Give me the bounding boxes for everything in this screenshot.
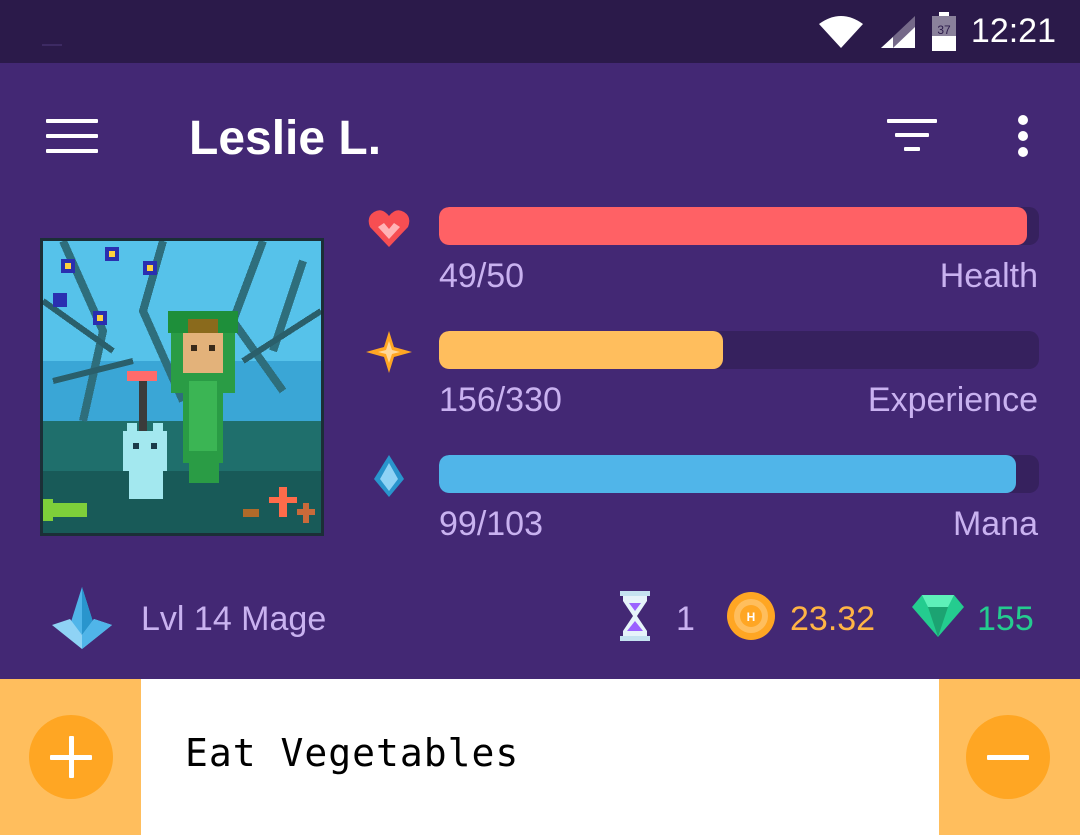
experience-value: 156/330 [439, 381, 562, 419]
hourglass-icon [620, 591, 650, 641]
experience-bar [439, 331, 1039, 369]
star-icon [366, 331, 412, 373]
health-value: 49/50 [439, 257, 525, 295]
gold-coin-icon: H [727, 592, 775, 640]
health-stat: 49/50 Health [366, 207, 1046, 317]
avatar[interactable] [40, 238, 324, 536]
gem-icon [912, 595, 964, 637]
health-bar-fill [439, 207, 1027, 245]
experience-bar-fill [439, 331, 723, 369]
experience-label: Experience [867, 381, 1038, 419]
avatar-image [43, 241, 321, 533]
habit-plus-button[interactable] [29, 715, 113, 799]
status-bar: 37 12:21 [0, 0, 1080, 63]
mana-label: Mana [952, 505, 1038, 543]
more-vert-icon [1012, 115, 1034, 157]
mana-value: 99/103 [439, 505, 543, 543]
experience-stat: 156/330 Experience [366, 331, 1046, 441]
hourglass-count: 1 [676, 600, 695, 638]
mana-bar [439, 455, 1039, 493]
habit-minus-button[interactable] [966, 715, 1050, 799]
menu-icon [46, 119, 100, 153]
page-title: Leslie L. [189, 112, 382, 165]
health-bar [439, 207, 1039, 245]
mana-stat: 99/103 Mana [366, 455, 1046, 565]
health-label: Health [939, 257, 1038, 295]
battery-level: 37 [937, 23, 951, 37]
mana-drop-icon [374, 455, 404, 497]
habit-title[interactable]: Eat Vegetables [185, 731, 519, 775]
filter-icon [886, 119, 938, 151]
menu-button[interactable] [46, 119, 100, 159]
mage-crystal-icon [52, 587, 112, 649]
gold-count: 23.32 [790, 600, 876, 638]
filter-button[interactable] [886, 119, 938, 159]
mana-bar-fill [439, 455, 1016, 493]
habit-plus-area [0, 679, 141, 835]
gem-count: 155 [977, 600, 1034, 638]
habit-item[interactable]: Eat Vegetables [0, 679, 1080, 835]
notification-indicator [42, 44, 62, 46]
status-icons: 37 12:21 [817, 0, 1056, 63]
cell-signal-icon [880, 15, 915, 48]
svg-text:H: H [747, 610, 756, 624]
app-bar: Leslie L. [0, 63, 1080, 213]
class-label: Lvl 14 Mage [141, 600, 327, 638]
user-info-row: Lvl 14 Mage 1 H 23.32 155 [0, 585, 1080, 655]
battery-icon: 37 [931, 11, 956, 51]
more-options-button[interactable] [1012, 115, 1034, 161]
heart-icon [368, 210, 410, 247]
habit-minus-area [939, 679, 1080, 835]
wifi-icon [818, 15, 863, 48]
status-time: 12:21 [970, 12, 1056, 50]
